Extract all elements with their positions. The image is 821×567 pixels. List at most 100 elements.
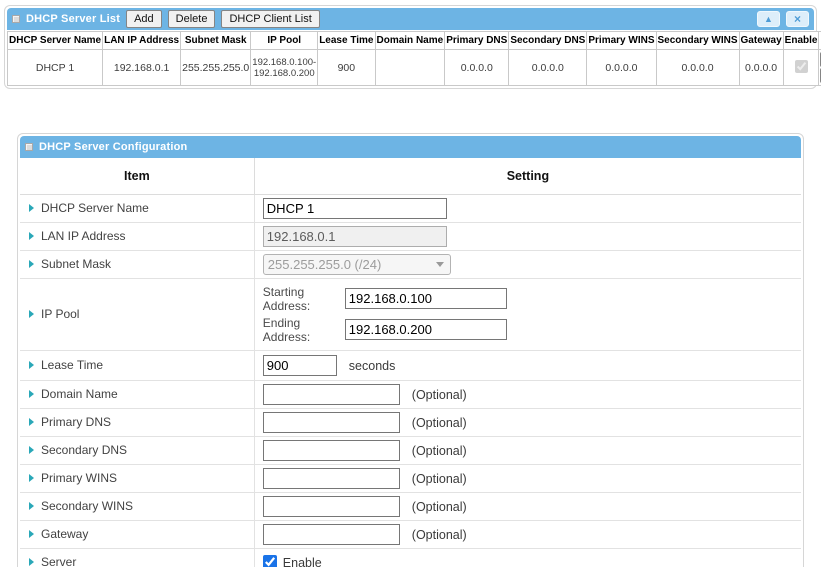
lan-ip-address-label: LAN IP Address: [41, 229, 126, 243]
cell-lan-ip: 192.168.0.1: [103, 50, 181, 86]
dhcp-server-list-title: DHCP Server List: [26, 13, 120, 25]
dhcp-server-configuration-title: DHCP Server Configuration: [39, 141, 187, 153]
item-bullet-icon: [29, 446, 34, 454]
primary-wins-optional-hint: (Optional): [412, 472, 467, 486]
secondary-dns-label: Secondary DNS: [41, 443, 127, 457]
row-domain-name: Domain Name (Optional): [20, 380, 801, 408]
primary-wins-input[interactable]: [263, 468, 400, 489]
item-bullet-icon: [29, 390, 34, 398]
secondary-dns-input[interactable]: [263, 440, 400, 461]
starting-address-input[interactable]: [345, 288, 507, 309]
dhcp-server-configuration-panel: DHCP Server Configuration Item Setting D…: [17, 133, 804, 567]
row-primary-dns: Primary DNS (Optional): [20, 408, 801, 436]
secondary-wins-optional-hint: (Optional): [412, 500, 467, 514]
dhcp-server-name-input[interactable]: [263, 198, 447, 219]
cell-domain-name: [375, 50, 445, 86]
ip-pool-end: 192.168.0.200: [252, 68, 316, 79]
add-button[interactable]: Add: [126, 10, 162, 28]
col-secondary-wins: Secondary WINS: [656, 32, 739, 50]
domain-name-label: Domain Name: [41, 387, 118, 401]
collapse-button[interactable]: ▲: [757, 11, 780, 27]
col-primary-wins: Primary WINS: [587, 32, 656, 50]
cell-primary-wins: 0.0.0.0: [587, 50, 656, 86]
row-enable-checkbox: [795, 60, 808, 73]
col-lease-time: Lease Time: [318, 32, 375, 50]
item-bullet-icon: [29, 530, 34, 538]
ip-pool-start: 192.168.0.100-: [252, 57, 316, 68]
item-bullet-icon: [29, 361, 34, 369]
panel-square-icon: [12, 15, 20, 23]
col-enable: Enable: [783, 32, 819, 50]
item-bullet-icon: [29, 260, 34, 268]
row-primary-wins: Primary WINS (Optional): [20, 464, 801, 492]
table-row: DHCP 1 192.168.0.1 255.255.255.0 192.168…: [8, 50, 821, 86]
col-dhcp-server-name: DHCP Server Name: [8, 32, 103, 50]
primary-dns-optional-hint: (Optional): [412, 416, 467, 430]
cell-primary-dns: 0.0.0.0: [445, 50, 509, 86]
config-col-setting: Setting: [254, 158, 801, 194]
dhcp-server-configuration-table: Item Setting DHCP Server Name LAN IP Add…: [20, 158, 801, 567]
row-secondary-dns: Secondary DNS (Optional): [20, 436, 801, 464]
item-bullet-icon: [29, 502, 34, 510]
item-bullet-icon: [29, 204, 34, 212]
subnet-mask-select: 255.255.255.0 (/24): [263, 254, 451, 275]
row-gateway: Gateway (Optional): [20, 520, 801, 548]
row-secondary-wins: Secondary WINS (Optional): [20, 492, 801, 520]
col-domain-name: Domain Name: [375, 32, 445, 50]
subnet-mask-selected-value: 255.255.255.0 (/24): [268, 257, 381, 272]
cell-ip-pool: 192.168.0.100- 192.168.0.200: [251, 50, 318, 86]
item-bullet-icon: [29, 418, 34, 426]
ending-address-label: Ending Address:: [263, 316, 345, 344]
cell-secondary-wins: 0.0.0.0: [656, 50, 739, 86]
item-bullet-icon: [29, 474, 34, 482]
row-lan-ip-address: LAN IP Address: [20, 222, 801, 250]
row-server: Server Enable: [20, 548, 801, 567]
domain-name-input[interactable]: [263, 384, 400, 405]
row-lease-time: Lease Time seconds: [20, 350, 801, 380]
cell-server-name: DHCP 1: [8, 50, 103, 86]
dhcp-server-list-table: DHCP Server Name LAN IP Address Subnet M…: [7, 31, 821, 86]
dhcp-server-name-label: DHCP Server Name: [41, 201, 149, 215]
cell-secondary-dns: 0.0.0.0: [509, 50, 587, 86]
lease-time-input[interactable]: [263, 355, 337, 376]
secondary-wins-label: Secondary WINS: [41, 499, 133, 513]
starting-address-label: Starting Address:: [263, 285, 345, 313]
lease-time-unit: seconds: [349, 359, 396, 373]
collapse-icon: ▲: [764, 15, 773, 24]
gateway-input[interactable]: [263, 524, 400, 545]
server-enable-label: Enable: [283, 556, 322, 567]
item-bullet-icon: [29, 310, 34, 318]
row-subnet-mask: Subnet Mask 255.255.255.0 (/24): [20, 250, 801, 278]
ip-pool-label: IP Pool: [41, 307, 79, 321]
row-dhcp-server-name: DHCP Server Name: [20, 194, 801, 222]
dhcp-server-configuration-titlebar: DHCP Server Configuration: [20, 136, 801, 158]
item-bullet-icon: [29, 558, 34, 566]
close-button[interactable]: ×: [786, 11, 809, 27]
row-ip-pool: IP Pool Starting Address: Ending Address…: [20, 278, 801, 350]
secondary-wins-input[interactable]: [263, 496, 400, 517]
panel-square-icon: [25, 143, 33, 151]
cell-subnet-mask: 255.255.255.0: [181, 50, 251, 86]
ending-address-input[interactable]: [345, 319, 507, 340]
server-label: Server: [41, 555, 76, 567]
dhcp-client-list-button[interactable]: DHCP Client List: [221, 10, 319, 28]
gateway-label: Gateway: [41, 527, 88, 541]
lan-ip-address-input: [263, 226, 447, 247]
config-header-row: Item Setting: [20, 158, 801, 194]
close-icon: ×: [794, 14, 801, 24]
col-lan-ip-address: LAN IP Address: [103, 32, 181, 50]
subnet-mask-label: Subnet Mask: [41, 257, 111, 271]
col-secondary-dns: Secondary DNS: [509, 32, 587, 50]
chevron-down-icon: [436, 262, 444, 267]
list-header-row: DHCP Server Name LAN IP Address Subnet M…: [8, 32, 821, 50]
server-enable-checkbox[interactable]: [263, 555, 277, 567]
config-col-item: Item: [20, 158, 254, 194]
col-ip-pool: IP Pool: [251, 32, 318, 50]
primary-wins-label: Primary WINS: [41, 471, 117, 485]
delete-button[interactable]: Delete: [168, 10, 216, 28]
item-bullet-icon: [29, 232, 34, 240]
lease-time-label: Lease Time: [41, 358, 103, 372]
primary-dns-input[interactable]: [263, 412, 400, 433]
col-gateway: Gateway: [739, 32, 783, 50]
dhcp-server-list-titlebar: DHCP Server List Add Delete DHCP Client …: [7, 8, 814, 30]
